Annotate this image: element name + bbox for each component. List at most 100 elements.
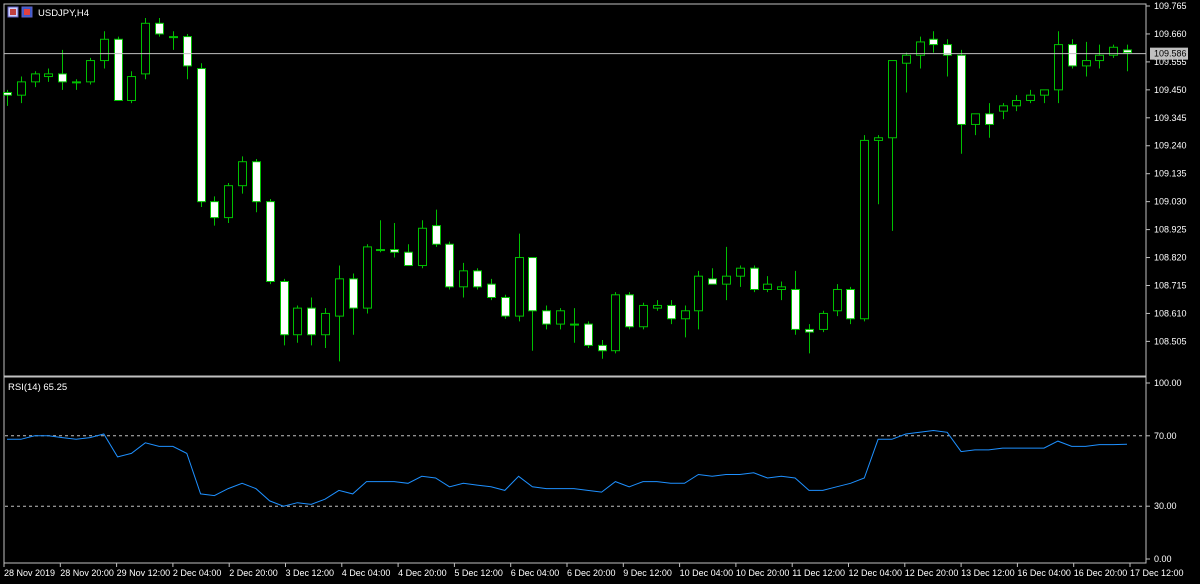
candle-body — [3, 92, 12, 96]
time-tick-label: 13 Dec 12:00 — [961, 568, 1015, 578]
time-tick-label: 28 Nov 20:00 — [60, 568, 114, 578]
candle — [114, 36, 123, 101]
candle-body — [473, 270, 482, 288]
candle — [473, 268, 482, 290]
candle-body — [667, 304, 676, 320]
price-tick-label: 109.345 — [1154, 113, 1187, 123]
rsi-tick-label: 70.00 — [1154, 431, 1177, 441]
candle — [363, 244, 372, 314]
time-tick-label: 6 Dec 04:00 — [511, 568, 560, 578]
time-tick-label: 5 Dec 12:00 — [454, 568, 503, 578]
rsi-tick-label: 100.00 — [1154, 378, 1182, 388]
candle — [501, 294, 510, 319]
flag-icon — [21, 6, 33, 18]
candle — [86, 57, 95, 85]
chart-area: 109.765109.660109.555109.450109.345109.2… — [0, 0, 1200, 584]
candle-body — [902, 54, 911, 64]
candle-body — [252, 161, 261, 203]
candle — [584, 321, 593, 349]
price-tick-label: 108.925 — [1154, 225, 1187, 235]
candle — [860, 135, 869, 322]
candle-body — [929, 38, 938, 46]
price-tick-label: 108.505 — [1154, 336, 1187, 346]
candle-body — [763, 283, 772, 290]
candle-body — [1082, 60, 1091, 67]
price-tick-label: 108.715 — [1154, 280, 1187, 290]
time-tick-label: 29 Nov 12:00 — [117, 568, 171, 578]
candle-body — [335, 278, 344, 317]
time-tick-label: 6 Dec 20:00 — [567, 568, 616, 578]
price-tick-label: 109.660 — [1154, 29, 1187, 39]
candle-body — [418, 227, 427, 267]
candle-body — [321, 312, 330, 336]
candle-body — [570, 323, 579, 326]
candle-body — [1054, 44, 1063, 91]
candle-body — [459, 270, 468, 288]
candle-body — [224, 185, 233, 219]
candle-body — [404, 251, 413, 267]
time-tick-label: 16 Dec 20:00 — [1074, 568, 1128, 578]
candle-body — [722, 275, 731, 285]
price-tick-label: 109.030 — [1154, 197, 1187, 207]
candle — [141, 17, 150, 80]
chart-background — [0, 0, 1200, 584]
candle-body — [999, 105, 1008, 112]
candle-body — [805, 328, 814, 333]
candle-body — [432, 225, 441, 245]
price-tick-label: 109.450 — [1154, 85, 1187, 95]
candle-body — [293, 307, 302, 336]
candle-body — [639, 304, 648, 328]
candle — [197, 63, 206, 207]
candle-body — [280, 280, 289, 336]
candle — [625, 292, 634, 330]
time-tick-label: 11 Dec 12:00 — [792, 568, 845, 578]
rsi-tick-label: 0.00 — [1154, 554, 1172, 564]
candle-body — [819, 312, 828, 330]
time-tick-label: 9 Dec 12:00 — [623, 568, 672, 578]
candle — [639, 302, 648, 330]
candle-body — [750, 267, 759, 290]
candle-body — [598, 344, 607, 352]
candle-body — [17, 81, 26, 96]
candle-body — [985, 113, 994, 125]
candle-body — [238, 161, 247, 187]
candle-body — [445, 243, 454, 288]
candle-body — [971, 113, 980, 125]
time-tick-label: 2 Dec 04:00 — [173, 568, 222, 578]
rsi-label: RSI(14) 65.25 — [8, 382, 67, 393]
candle — [750, 265, 759, 293]
candle-body — [515, 257, 524, 317]
time-tick-label: 28 Nov 2019 — [4, 568, 55, 578]
time-tick-label: 10 Dec 20:00 — [736, 568, 790, 578]
candle-body — [846, 288, 855, 320]
candle — [224, 183, 233, 223]
candle-body — [957, 54, 966, 125]
candle-body — [611, 294, 620, 352]
candle-body — [888, 60, 897, 139]
candle-body — [694, 275, 703, 312]
price-tick-label: 109.240 — [1154, 141, 1187, 151]
candle-body — [86, 60, 95, 83]
candle-body — [1123, 49, 1132, 54]
time-tick-label: 4 Dec 04:00 — [342, 568, 391, 578]
candle-body — [266, 201, 275, 282]
candle-body — [501, 296, 510, 317]
candle — [445, 241, 454, 290]
candle-body — [736, 267, 745, 277]
time-tick-label: 12 Dec 04:00 — [849, 568, 903, 578]
candle-body — [860, 139, 869, 320]
candle-body — [542, 310, 551, 325]
candle-body — [1012, 99, 1021, 107]
candle-body — [653, 304, 662, 309]
candle-body — [708, 278, 717, 285]
time-tick-label: 12 Dec 20:00 — [905, 568, 959, 578]
candle — [846, 286, 855, 325]
symbol-label: USDJPY,H4 — [38, 8, 89, 19]
candle-body — [681, 310, 690, 320]
time-tick-label: 17 Dec 12:00 — [1130, 568, 1184, 578]
candle-body — [874, 137, 883, 141]
bid-price-label: 109.586 — [1154, 49, 1187, 59]
candle-body — [155, 22, 164, 35]
candle-body — [556, 310, 565, 325]
candle-body — [1068, 44, 1077, 67]
